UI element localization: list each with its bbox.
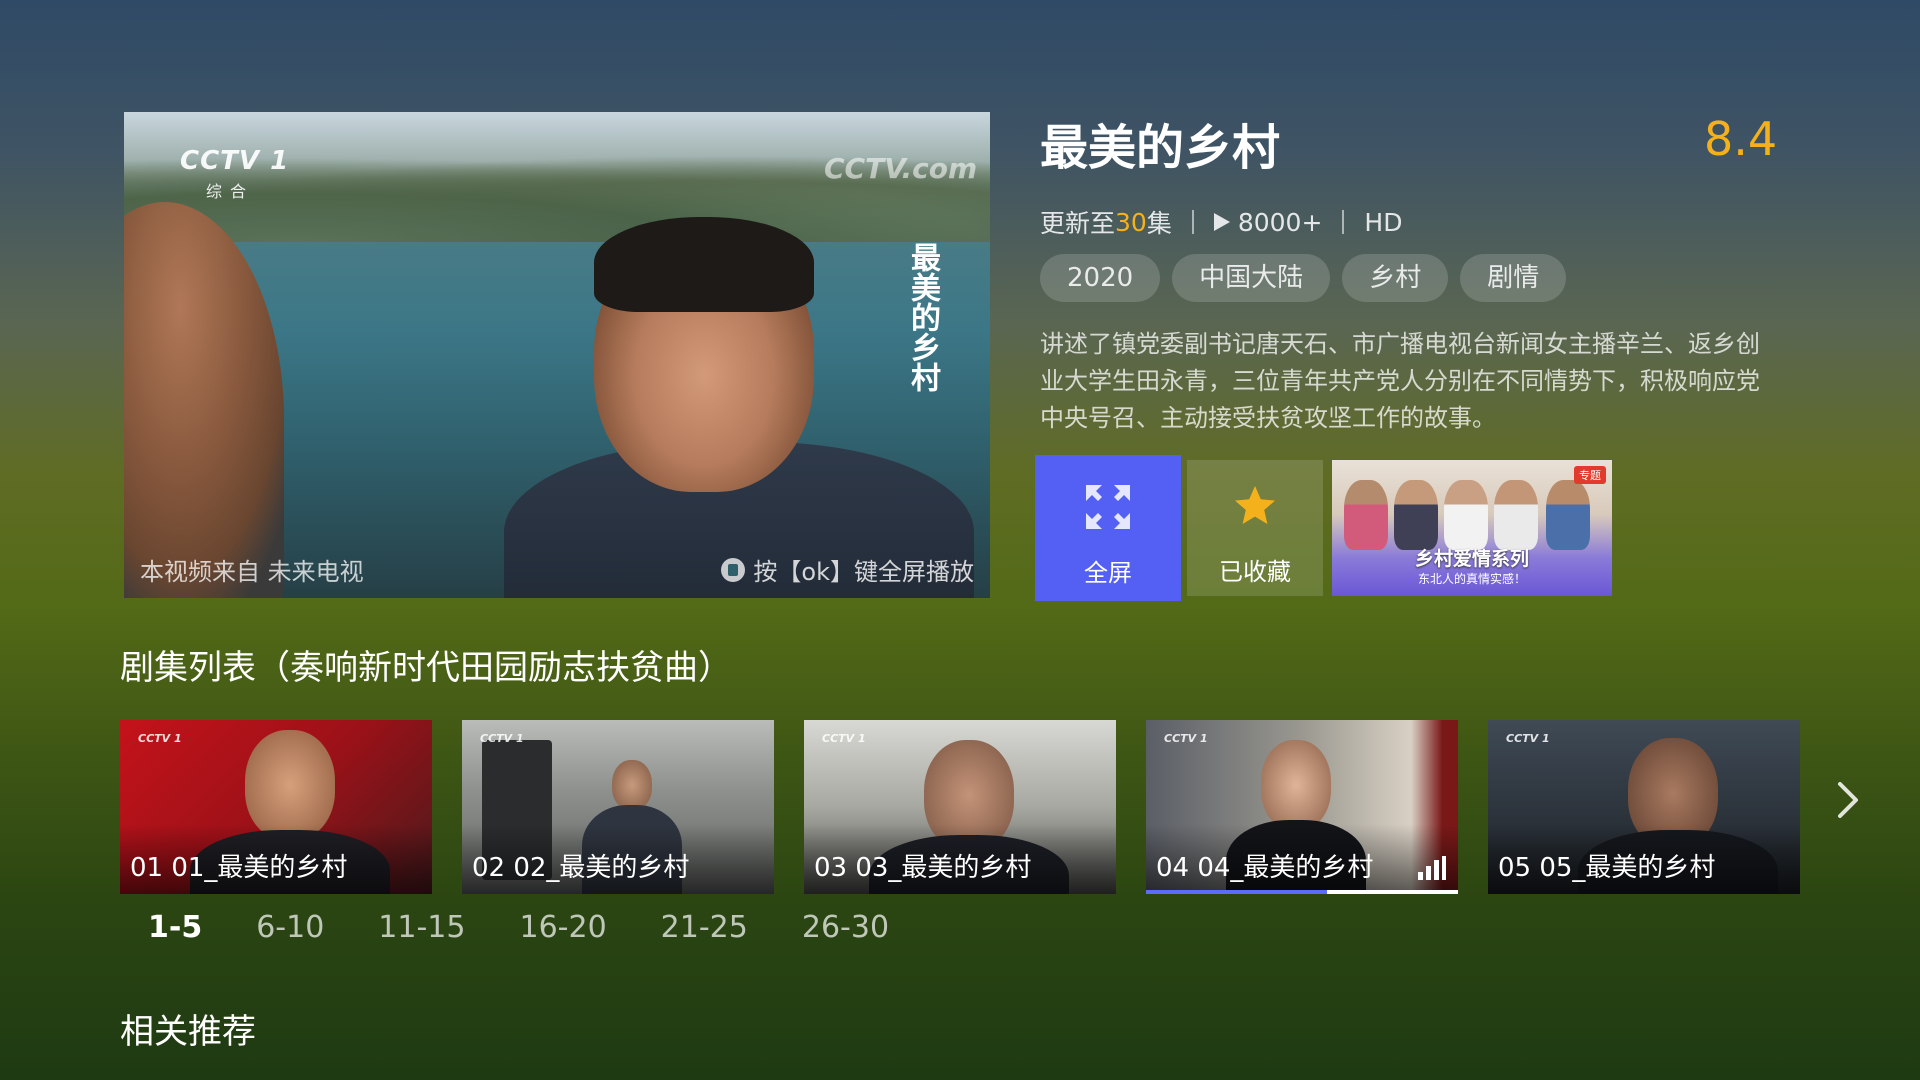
episode-label: 04 04_最美的乡村 (1156, 853, 1374, 883)
episode-label: 03 03_最美的乡村 (814, 853, 1032, 883)
meta-divider (1191, 210, 1194, 234)
episode-range-tabs: 1-5 6-10 11-15 16-20 21-25 26-30 (148, 910, 943, 945)
promo-badge: 专题 (1574, 466, 1606, 484)
star-icon (1235, 486, 1275, 524)
episode-card-3[interactable]: CCTV 1 03 03_最美的乡村 (804, 720, 1116, 894)
episode-section-title: 剧集列表（奏响新时代田园励志扶贫曲） (120, 648, 732, 688)
channel-sub-label: 综合 (206, 182, 255, 201)
range-tab-16-20[interactable]: 16-20 (519, 910, 606, 945)
episode-label: 05 05_最美的乡村 (1498, 853, 1716, 883)
update-prefix: 更新至 (1040, 209, 1116, 238)
show-meta: 更新至 30 集 8000+ HD (1040, 204, 1402, 240)
promo-subtitle: 东北人的真情实感！ (1417, 572, 1526, 586)
update-suffix: 集 (1146, 209, 1172, 238)
episode-channel-logo: CCTV 1 (822, 732, 866, 745)
fullscreen-button[interactable]: 全屏 (1035, 455, 1181, 601)
video-player[interactable]: CCTV 1 综合 CCTV.com 最美的乡村 本视频来自 未来电视 按【ok… (124, 112, 990, 598)
episode-figure (1261, 740, 1331, 830)
favorite-label: 已收藏 (1219, 558, 1291, 586)
fullscreen-label: 全屏 (1084, 559, 1132, 587)
promo-figure (1344, 480, 1388, 550)
episode-card-4[interactable]: CCTV 1 04 04_最美的乡村 (1146, 720, 1458, 894)
promo-figure (1394, 480, 1438, 550)
tag-year[interactable]: 2020 (1040, 254, 1161, 302)
range-tab-1-5[interactable]: 1-5 (148, 910, 202, 945)
range-tab-6-10[interactable]: 6-10 (256, 910, 324, 945)
range-tab-26-30[interactable]: 26-30 (802, 910, 889, 945)
promo-figure (1494, 480, 1538, 550)
video-figure-right-hair (594, 217, 814, 312)
episode-channel-logo: CCTV 1 (1164, 732, 1208, 745)
episode-progress-bar (1146, 890, 1458, 894)
episode-card-1[interactable]: CCTV 1 01 01_最美的乡村 (120, 720, 432, 894)
video-source-text: 本视频来自 未来电视 (140, 558, 364, 586)
promo-figure (1444, 480, 1488, 550)
expand-arrows-icon (1086, 485, 1130, 529)
related-section-title: 相关推荐 (120, 1012, 256, 1052)
channel-logo: CCTV 1 (180, 146, 290, 176)
promo-figure (1546, 480, 1590, 550)
video-figure-left (124, 202, 284, 598)
play-icon (1213, 213, 1230, 231)
episode-label: 02 02_最美的乡村 (472, 853, 690, 883)
video-overlay-title: 最美的乡村 (905, 242, 940, 392)
fullscreen-hint: 按【ok】键全屏播放 (721, 552, 974, 587)
fullscreen-hint-text: 按【ok】键全屏播放 (753, 558, 974, 586)
tag-theme[interactable]: 乡村 (1342, 254, 1449, 302)
remote-ok-icon (721, 557, 746, 582)
episode-figure (612, 760, 652, 810)
episode-channel-logo: CCTV 1 (480, 732, 524, 745)
tag-region[interactable]: 中国大陆 (1172, 254, 1331, 302)
episode-card-2[interactable]: CCTV 1 02 02_最美的乡村 (462, 720, 774, 894)
range-tab-11-15[interactable]: 11-15 (378, 910, 465, 945)
tag-list: 2020 中国大陆 乡村 剧情 (1040, 254, 1567, 302)
show-rating: 8.4 (1704, 112, 1778, 166)
show-description: 讲述了镇党委副书记唐天石、市广播电视台新闻女主播辛兰、返乡创业大学生田永青，三位… (1040, 330, 1760, 432)
episode-channel-logo: CCTV 1 (138, 732, 182, 745)
episode-progress-fill (1146, 890, 1327, 894)
promo-card[interactable]: 专题 乡村爱情系列 东北人的真情实感！ (1332, 460, 1612, 596)
favorite-button[interactable]: 已收藏 (1187, 460, 1323, 596)
range-tab-21-25[interactable]: 21-25 (661, 910, 748, 945)
watermark: CCTV.com (824, 152, 978, 185)
quality-label: HD (1364, 207, 1403, 237)
episode-label: 01 01_最美的乡村 (130, 853, 348, 883)
play-count: 8000+ (1237, 207, 1323, 237)
chevron-right-icon[interactable] (1830, 782, 1866, 818)
episode-channel-logo: CCTV 1 (1506, 732, 1550, 745)
episode-card-5[interactable]: CCTV 1 05 05_最美的乡村 (1488, 720, 1800, 894)
equalizer-bars-icon (1418, 856, 1446, 880)
meta-divider (1342, 210, 1345, 234)
promo-title: 乡村爱情系列 (1414, 548, 1529, 570)
tag-genre[interactable]: 剧情 (1460, 254, 1567, 302)
update-count: 30 (1115, 207, 1147, 237)
show-title: 最美的乡村 (1040, 120, 1281, 176)
